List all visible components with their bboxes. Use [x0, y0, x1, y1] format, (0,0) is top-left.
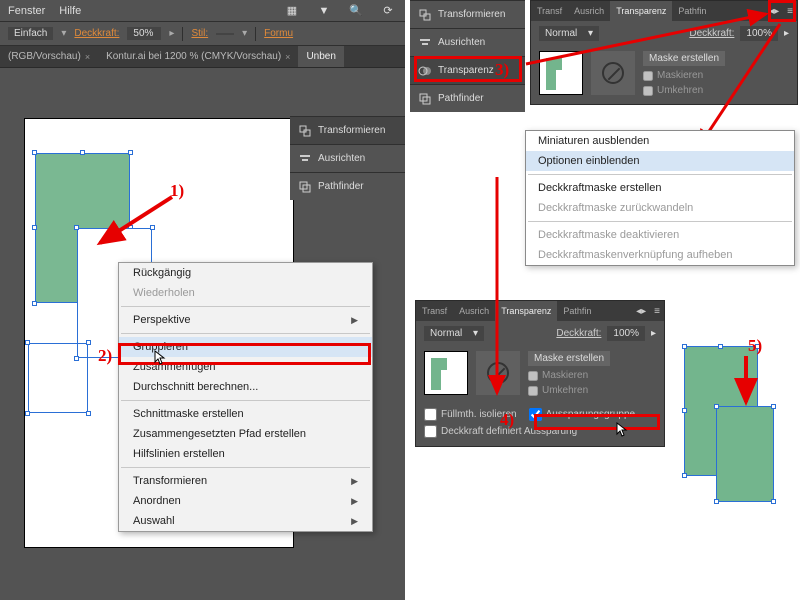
search-icon[interactable]: 🔍 [347, 2, 365, 20]
fly-maske-zuruck: Deckkraftmaske zurückwandeln [526, 198, 794, 218]
fly-maske-deakt: Deckkraftmaske deaktivieren [526, 225, 794, 245]
fly-miniaturen[interactable]: Miniaturen ausblenden [526, 131, 794, 151]
doc-tab-3[interactable]: Unben [298, 46, 343, 67]
sync-icon[interactable]: ⟳ [379, 2, 397, 20]
opacity-defines-knockout-checkbox[interactable] [424, 425, 437, 438]
menu-fenster[interactable]: Fenster [8, 5, 45, 17]
opacity-label: Deckkraft: [74, 28, 119, 39]
ctx-redo: Wiederholen [119, 283, 372, 303]
panel-tab-pathfinder-r[interactable]: Pathfinder [410, 84, 525, 112]
menu-hilfe[interactable]: Hilfe [59, 5, 81, 17]
transform-icon [418, 8, 432, 22]
transform-icon [298, 124, 312, 138]
cursor-icon [154, 350, 166, 366]
layout-icon[interactable]: ▼ [315, 2, 333, 20]
ctx-hilfslinien[interactable]: Hilfslinien erstellen [119, 444, 372, 464]
opacity-value[interactable]: 100% [607, 326, 645, 341]
ctx-undo[interactable]: Rückgängig [119, 263, 372, 283]
ctx-pfad[interactable]: Zusammengesetzten Pfad erstellen [119, 424, 372, 444]
isolate-blending-checkbox[interactable] [424, 408, 437, 421]
region-divider [406, 0, 410, 600]
align-icon [298, 152, 312, 166]
panel-tab-ausrichten[interactable]: Ausrichten [290, 144, 405, 172]
panel-dock: Transformieren Ausrichten Pathfinder [290, 116, 405, 200]
tab-transparenz[interactable]: Transparenz [495, 301, 557, 321]
panel-tab-pathfinder[interactable]: Pathfinder [290, 172, 405, 200]
blend-mode-dropdown[interactable]: Normal▾ [424, 326, 484, 341]
make-mask-button[interactable]: Maske erstellen [643, 51, 725, 66]
panel-dock-right: Transformieren Ausrichten Transparenz Pa… [410, 0, 525, 112]
result-shape-2 [716, 406, 774, 502]
tab-ausrich[interactable]: Ausrich [568, 1, 610, 21]
ctx-transformieren[interactable]: Transformieren▶ [119, 471, 372, 491]
result-preview [676, 310, 794, 540]
transparency-panel-collapsed: Transf Ausrich Transparenz Pathfin ◂▸ ≡ … [530, 0, 798, 105]
tab-transf[interactable]: Transf [531, 1, 568, 21]
make-mask-button[interactable]: Maske erstellen [528, 351, 610, 366]
tab-transparenz[interactable]: Transparenz [610, 1, 672, 21]
no-mask-icon [487, 362, 509, 384]
callout-4: 4) [500, 410, 514, 430]
callout-1: 1) [170, 181, 184, 201]
cursor-icon [616, 422, 628, 438]
callout-2: 2) [98, 346, 112, 366]
close-icon[interactable]: × [285, 52, 290, 62]
style-label: Stil: [191, 28, 208, 39]
no-mask-icon [602, 62, 624, 84]
form-label[interactable]: Formu [264, 28, 293, 39]
options-toolbar: Einfach▾ Deckkraft: 50%▸ Stil: ▾ Formu [0, 22, 405, 46]
clip-checkbox [528, 371, 538, 381]
selected-shape-outline[interactable] [28, 343, 88, 413]
pathfinder-icon [418, 92, 432, 106]
opacity-value[interactable]: 100% [740, 26, 778, 41]
context-menu: Rückgängig Wiederholen Perspektive▶ Grup… [118, 262, 373, 532]
opacity-label: Deckkraft: [689, 28, 734, 39]
panel-tab-transformieren[interactable]: Transformieren [290, 116, 405, 144]
mask-thumbnail[interactable] [591, 51, 635, 95]
collapse-icon[interactable]: ◂▸ [765, 6, 783, 17]
tab-ausrich[interactable]: Ausrich [453, 301, 495, 321]
ctx-perspektive[interactable]: Perspektive▶ [119, 310, 372, 330]
ctx-auswahl[interactable]: Auswahl▶ [119, 511, 372, 531]
document-tabs: (RGB/Vorschau)× Kontur.ai bei 1200 % (CM… [0, 46, 405, 68]
tab-pathfin[interactable]: Pathfin [557, 301, 597, 321]
object-thumbnail[interactable] [424, 351, 468, 395]
panel-tab-transformieren-r[interactable]: Transformieren [410, 0, 525, 28]
transparency-icon [418, 64, 432, 78]
ctx-durchschnitt[interactable]: Durchschnitt berechnen... [119, 377, 372, 397]
stroke-profile[interactable]: Einfach [8, 27, 53, 40]
fly-maske-verkn: Deckkraftmaskenverknüpfung aufheben [526, 245, 794, 265]
invert-checkbox [528, 386, 538, 396]
collapse-icon[interactable]: ◂▸ [632, 306, 650, 317]
fly-maske-erstellen[interactable]: Deckkraftmaske erstellen [526, 178, 794, 198]
panel-tab-ausrichten-r[interactable]: Ausrichten [410, 28, 525, 56]
close-icon[interactable]: × [85, 52, 90, 62]
tab-pathfin[interactable]: Pathfin [672, 1, 712, 21]
doc-tab-1[interactable]: (RGB/Vorschau)× [0, 46, 98, 67]
style-swatch[interactable] [216, 33, 234, 35]
panel-flyout-menu: Miniaturen ausblenden Optionen einblende… [525, 130, 795, 266]
mask-thumbnail[interactable] [476, 351, 520, 395]
align-icon [418, 36, 432, 50]
flyout-menu-icon[interactable]: ≡ [650, 306, 664, 317]
doc-tab-2[interactable]: Kontur.ai bei 1200 % (CMYK/Vorschau)× [98, 46, 298, 67]
callout-5: 5) [748, 336, 762, 356]
invert-checkbox [643, 86, 653, 96]
workspace-icon[interactable]: ▦ [283, 2, 301, 20]
opacity-value[interactable]: 50% [127, 27, 161, 40]
menubar: Fenster Hilfe ▦ ▼ 🔍 ⟳ [0, 0, 405, 22]
callout-3: 3) [495, 60, 509, 80]
opacity-label: Deckkraft: [556, 328, 601, 339]
flyout-menu-icon[interactable]: ≡ [783, 6, 797, 17]
object-thumbnail[interactable] [539, 51, 583, 95]
blend-mode-dropdown[interactable]: Normal▾ [539, 26, 599, 41]
ctx-anordnen[interactable]: Anordnen▶ [119, 491, 372, 511]
tab-transf[interactable]: Transf [416, 301, 453, 321]
fly-optionen[interactable]: Optionen einblenden [526, 151, 794, 171]
clip-checkbox [643, 71, 653, 81]
ctx-schnittmaske[interactable]: Schnittmaske erstellen [119, 404, 372, 424]
knockout-group-checkbox[interactable] [529, 408, 542, 421]
pathfinder-icon [298, 180, 312, 194]
